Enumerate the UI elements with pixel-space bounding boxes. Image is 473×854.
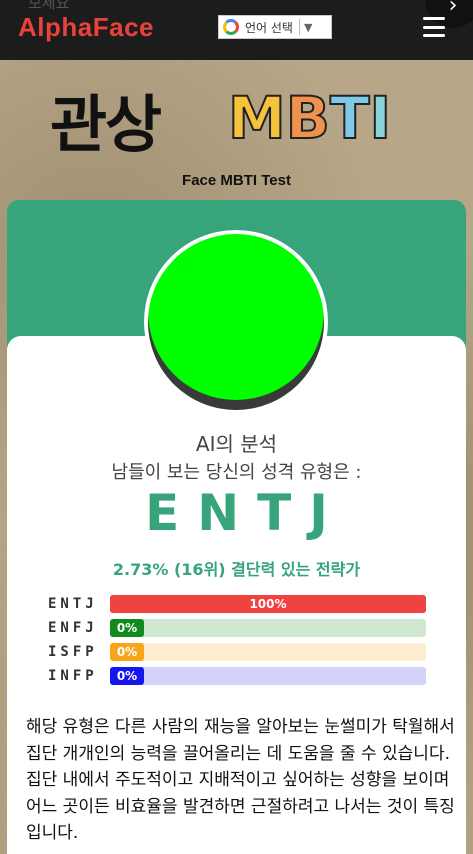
- title-mbti: MBTI: [227, 83, 393, 153]
- score-bar-row: ENTJ 100%: [48, 594, 428, 613]
- chevron-down-icon: ▼: [303, 20, 313, 34]
- score-bar-track: 0%: [110, 642, 426, 661]
- hamburger-menu-icon[interactable]: [423, 17, 445, 37]
- score-bar-label: ISFP: [48, 643, 98, 660]
- score-bar-label: ENFJ: [48, 619, 98, 636]
- score-bar-fill: 100%: [110, 594, 426, 613]
- score-bar-track: 0%: [110, 666, 426, 685]
- title-banner: 관상 MBTI: [0, 66, 473, 176]
- divider: [298, 19, 300, 35]
- title-mbti-letter: T: [329, 83, 371, 153]
- language-select[interactable]: 언어 선택 ▼: [218, 15, 332, 39]
- title-mbti-letter: I: [369, 83, 393, 153]
- title-mbti-letter: M: [227, 83, 287, 153]
- page-subtitle: Face MBTI Test: [182, 172, 291, 189]
- analysis-heading: AI의 분석: [195, 432, 278, 456]
- score-bar-row: INFP 0%: [48, 666, 428, 685]
- score-bar-fill: 0%: [110, 666, 144, 685]
- logo[interactable]: AlphaFace: [18, 12, 154, 43]
- score-bar-row: ISFP 0%: [48, 642, 428, 661]
- face-photo-frame: [144, 230, 328, 414]
- analysis-subheading: 남들이 보는 당신의 성격 유형은 :: [111, 462, 362, 483]
- type-description: 해당 유형은 다른 사람의 재능을 알아보는 눈썰미가 탁월해서 집단 개개인의…: [26, 717, 455, 843]
- title-mbti-letter: B: [285, 83, 331, 153]
- score-bar-label: ENTJ: [48, 595, 98, 612]
- title-korean: 관상: [50, 88, 162, 161]
- score-bar-row: ENFJ 0%: [48, 618, 428, 637]
- type-rank-line: 2.73% (16위) 결단력 있는 전략가: [112, 560, 361, 579]
- score-bar-track: 100%: [110, 594, 426, 613]
- score-bar-fill: 0%: [110, 618, 144, 637]
- language-select-label: 언어 선택: [245, 20, 293, 35]
- face-photo: [148, 234, 324, 410]
- mbti-type-result: ENTJ: [145, 484, 346, 542]
- google-icon: [223, 19, 239, 35]
- score-bar-label: INFP: [48, 667, 98, 684]
- score-bar-track: 0%: [110, 618, 426, 637]
- score-bar-fill: 0%: [110, 642, 144, 661]
- type-score-bars: ENTJ 100% ENFJ 0% ISFP 0% INFP 0%: [48, 594, 428, 690]
